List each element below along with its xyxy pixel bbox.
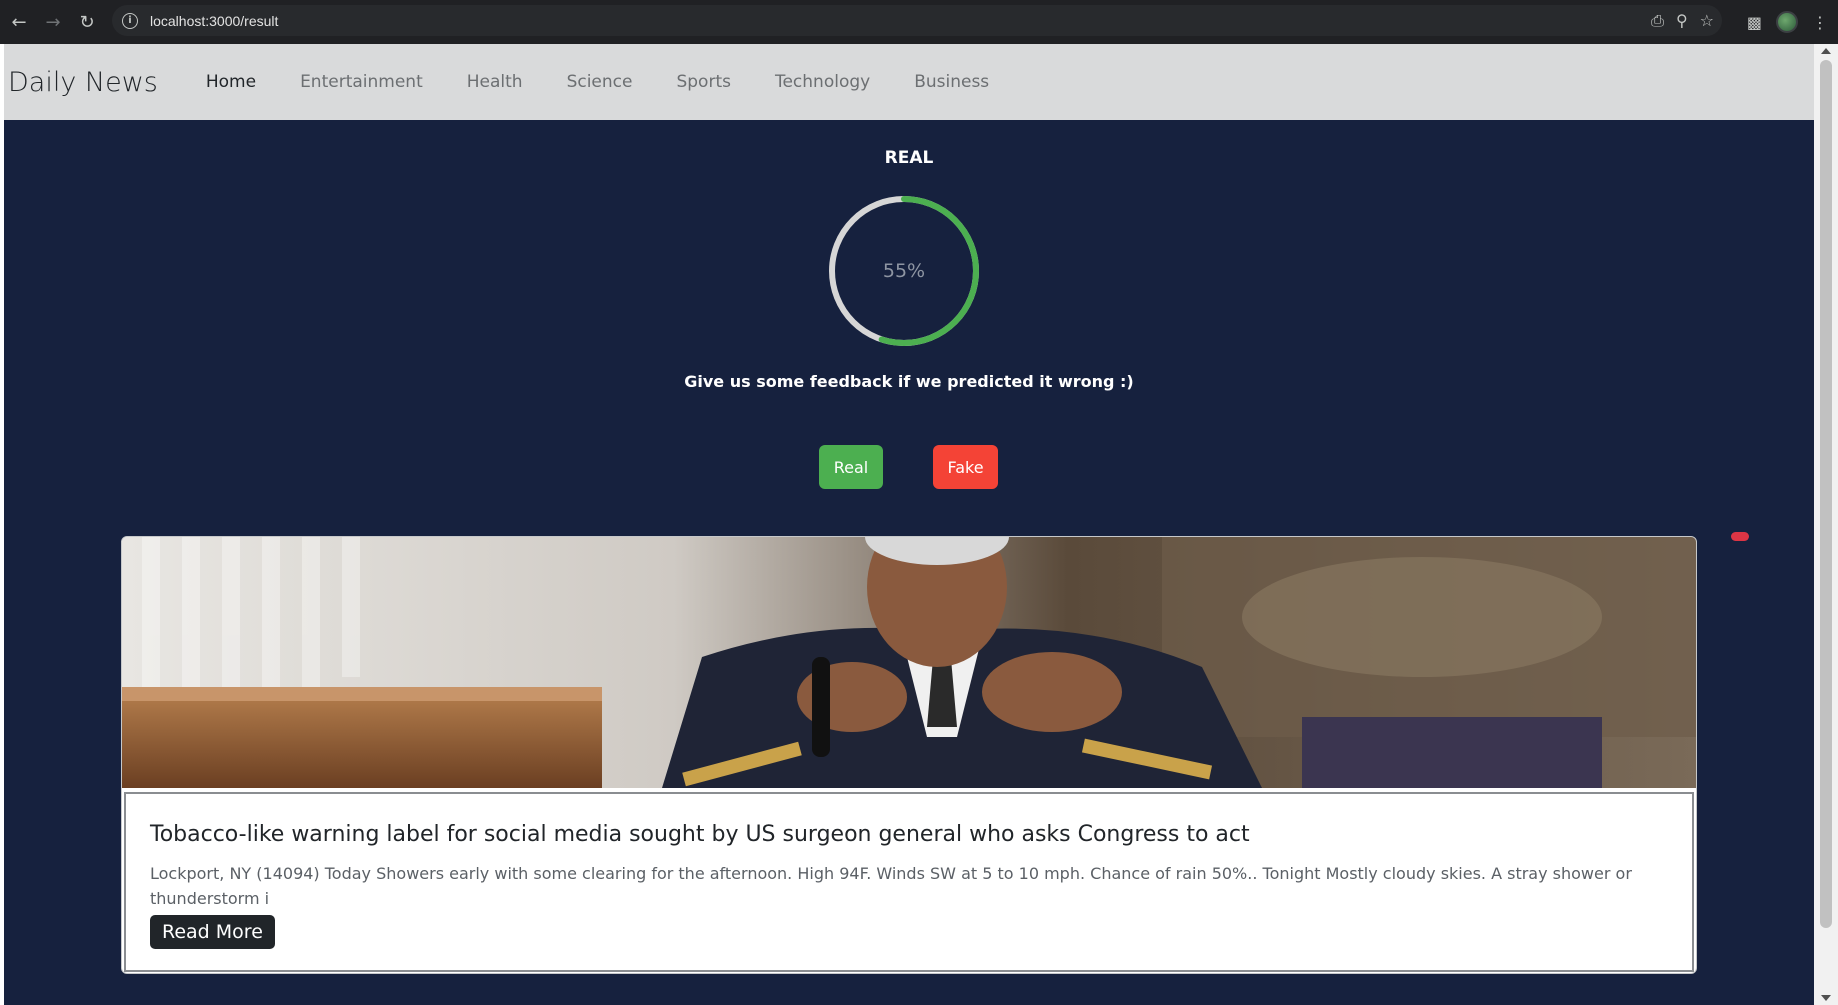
brand-logo[interactable]: Daily News xyxy=(8,67,158,98)
extensions-icon[interactable]: ▩ xyxy=(1747,13,1762,32)
article-image xyxy=(122,537,1696,788)
address-bar[interactable]: i localhost:3000/result ⎙ ⚲ ☆ xyxy=(112,5,1722,36)
nav-link-business[interactable]: Business xyxy=(892,72,1011,92)
nav-link-sports[interactable]: Sports xyxy=(654,72,753,92)
profile-avatar[interactable] xyxy=(1776,11,1798,33)
forward-button[interactable]: → xyxy=(36,5,70,39)
nav-link-home[interactable]: Home xyxy=(184,72,278,92)
nav-links: Home Entertainment Health Science Sports… xyxy=(184,72,1011,92)
arrow-right-icon: → xyxy=(45,11,61,33)
arrow-left-icon: ← xyxy=(11,11,27,33)
article-card-body: Tobacco-like warning label for social me… xyxy=(124,792,1694,972)
zoom-icon[interactable]: ⚲ xyxy=(1676,11,1688,30)
page-scrollbar[interactable] xyxy=(1814,44,1838,1005)
nav-link-technology[interactable]: Technology xyxy=(753,72,892,92)
page-viewport: Daily News Home Entertainment Health Sci… xyxy=(0,44,1838,1005)
navbar: Daily News Home Entertainment Health Sci… xyxy=(4,44,1814,120)
install-app-icon[interactable]: ⎙ xyxy=(1651,11,1664,31)
reload-button[interactable]: ↻ xyxy=(70,5,104,39)
nav-link-science[interactable]: Science xyxy=(545,72,655,92)
scrollbar-thumb[interactable] xyxy=(1820,60,1832,928)
indicator-dot xyxy=(1731,532,1749,541)
article-card: Tobacco-like warning label for social me… xyxy=(121,536,1697,974)
real-feedback-button[interactable]: Real xyxy=(819,445,883,489)
reload-icon: ↻ xyxy=(79,11,95,33)
back-button[interactable]: ← xyxy=(2,5,36,39)
fake-feedback-button[interactable]: Fake xyxy=(933,445,998,489)
prediction-label: REAL xyxy=(884,148,934,168)
article-title[interactable]: Tobacco-like warning label for social me… xyxy=(150,822,1668,847)
url-text: localhost:3000/result xyxy=(150,12,279,29)
bookmark-star-icon[interactable]: ☆ xyxy=(1700,11,1714,30)
scroll-down-arrow-icon[interactable] xyxy=(1821,995,1831,1001)
site-info-icon[interactable]: i xyxy=(122,12,138,29)
article-description: Lockport, NY (14094) Today Showers early… xyxy=(150,864,1632,908)
scroll-up-arrow-icon[interactable] xyxy=(1821,48,1831,54)
read-more-button[interactable]: Read More xyxy=(150,915,275,949)
browser-toolbar: ← → ↻ i localhost:3000/result ⎙ ⚲ ☆ ▩ ⋮ xyxy=(0,0,1838,44)
menu-kebab-icon[interactable]: ⋮ xyxy=(1812,13,1828,32)
feedback-prompt: Give us some feedback if we predicted it… xyxy=(684,372,1134,391)
nav-link-health[interactable]: Health xyxy=(445,72,545,92)
gauge-percent-text: 55% xyxy=(882,260,926,282)
nav-link-entertainment[interactable]: Entertainment xyxy=(278,72,445,92)
page-content: Daily News Home Entertainment Health Sci… xyxy=(4,44,1814,1005)
